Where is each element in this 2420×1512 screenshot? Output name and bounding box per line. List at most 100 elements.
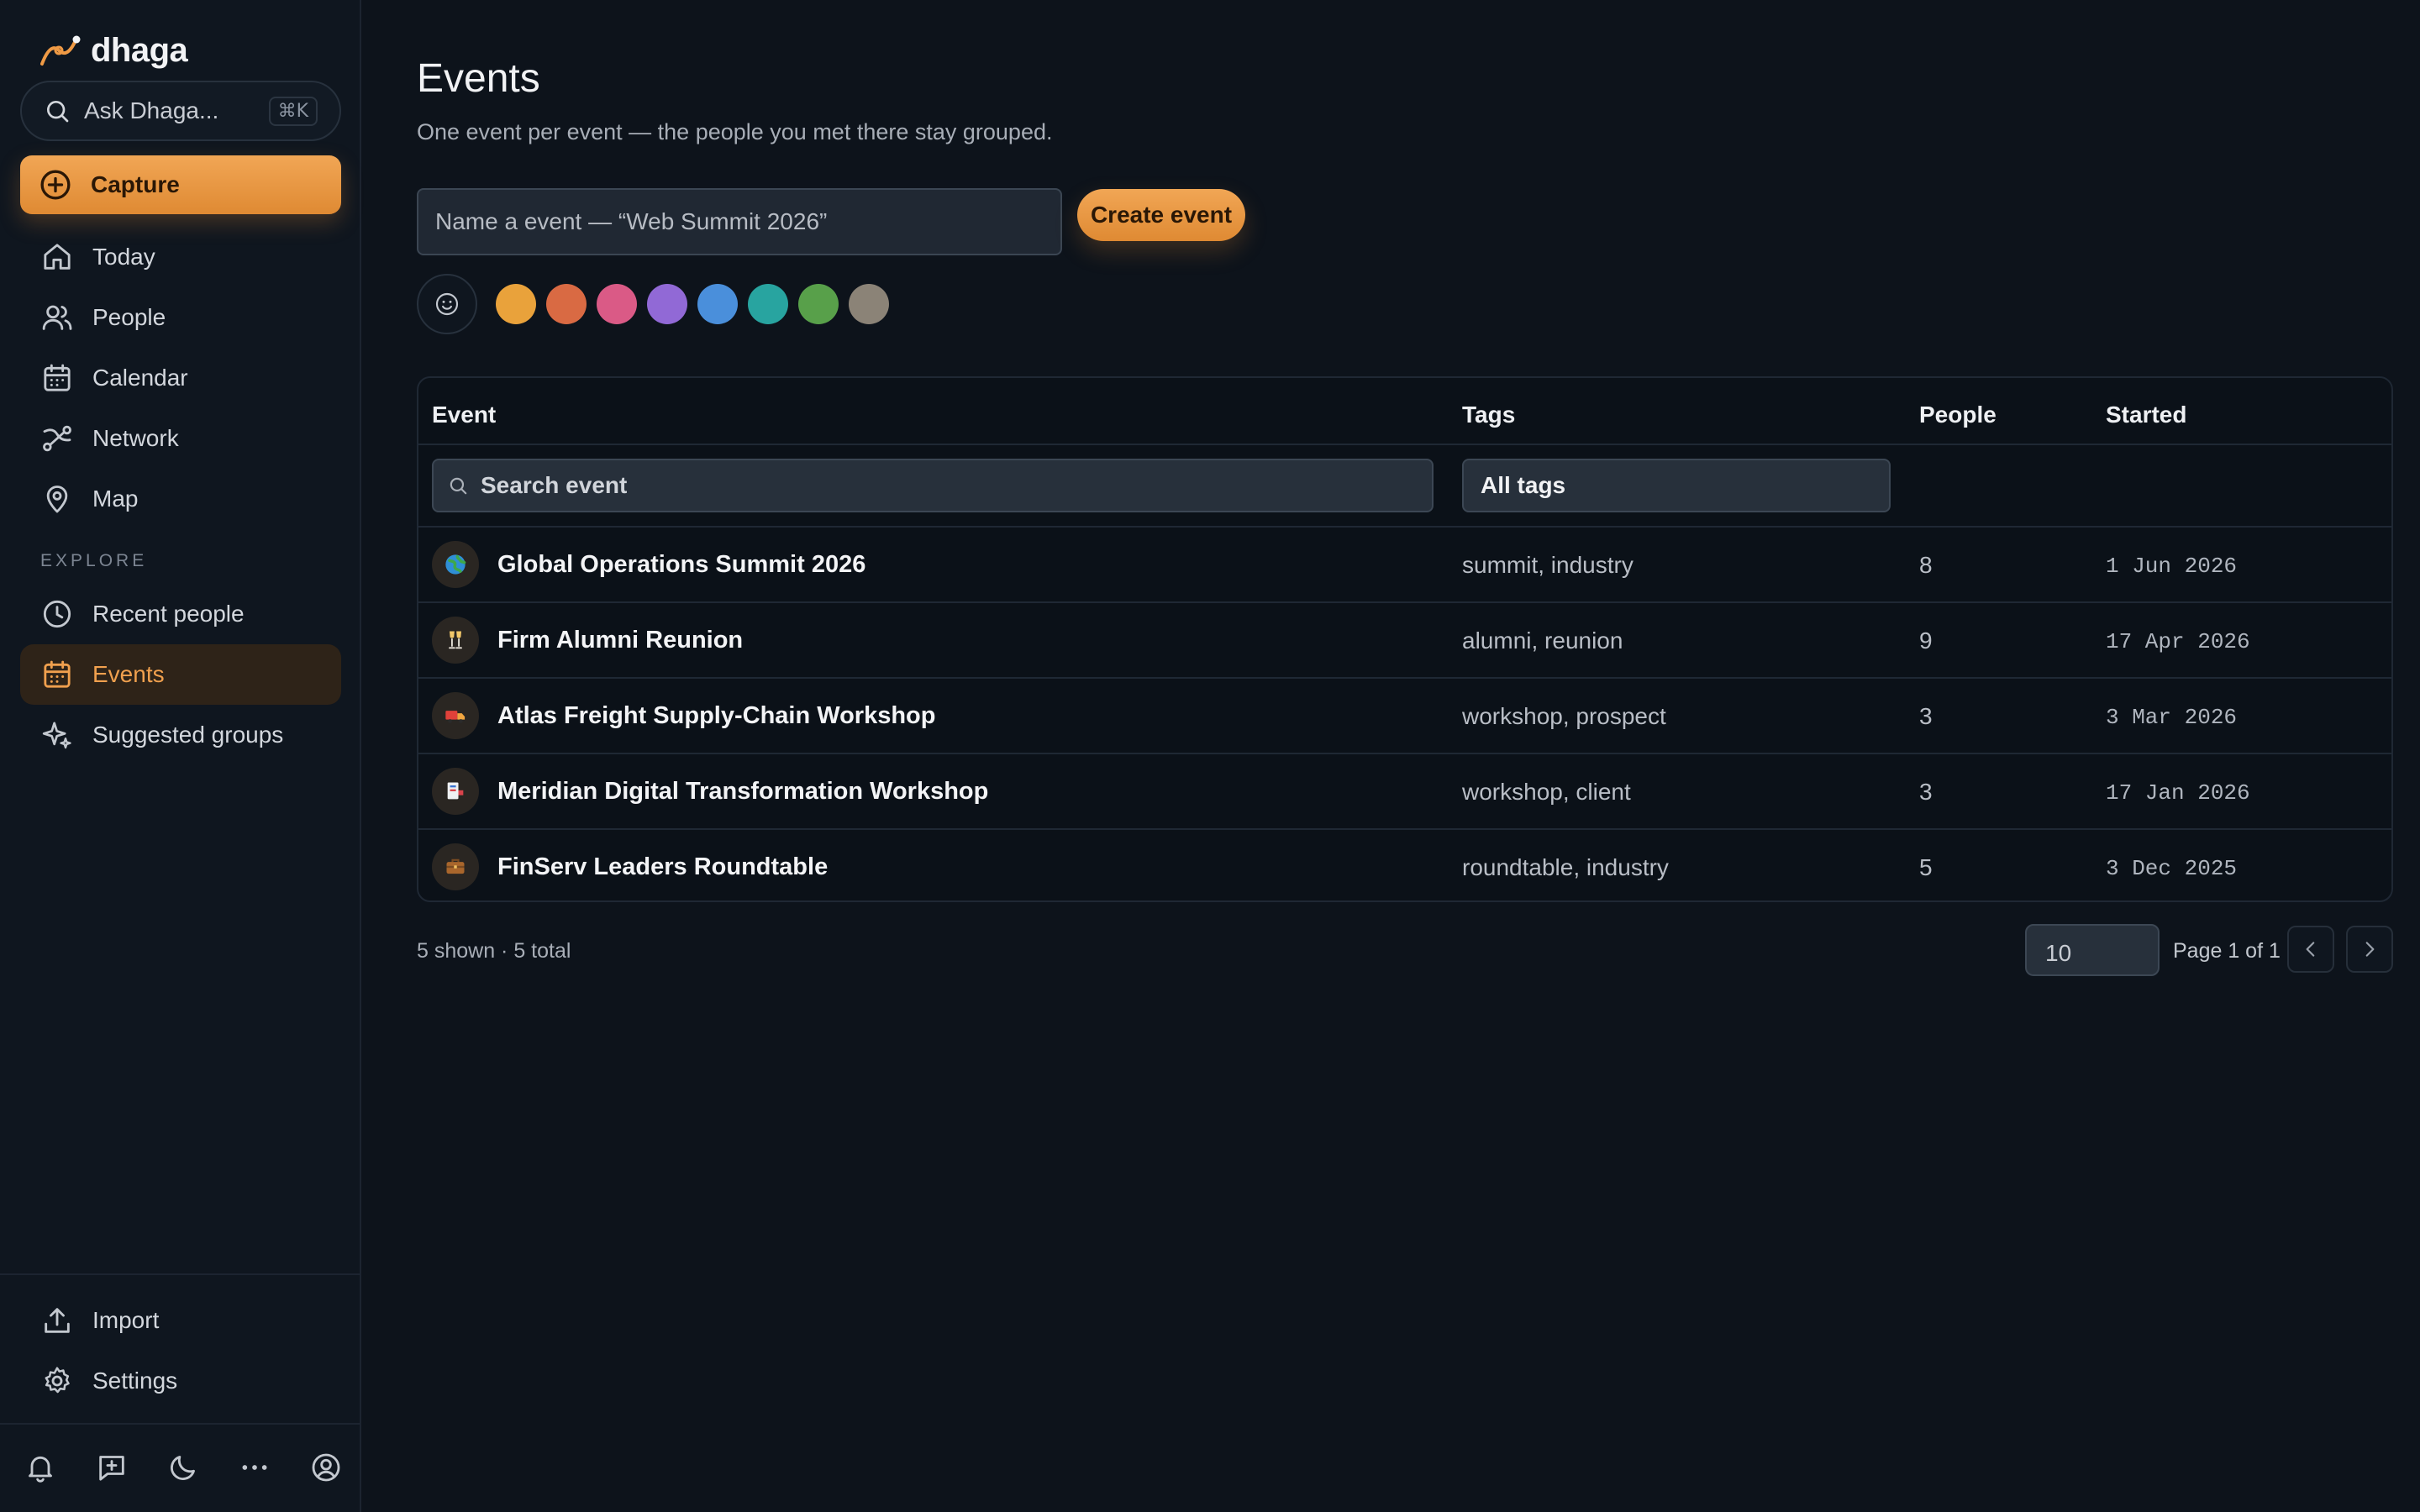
color-swatch[interactable] [798, 284, 839, 324]
color-swatch[interactable] [546, 284, 587, 324]
event-name[interactable]: FinServ Leaders Roundtable [497, 853, 828, 881]
moon-icon[interactable] [166, 1451, 200, 1484]
nav-label: Events [92, 661, 165, 687]
color-swatch[interactable] [647, 284, 687, 324]
page-indicator: Page 1 of 1 [2173, 939, 2281, 963]
briefcase-icon [432, 843, 479, 890]
results-count: 5 shown · 5 total [417, 939, 571, 963]
shortcut-badge: ⌘K [268, 96, 318, 126]
event-start-date: 3 Mar 2026 [2106, 705, 2238, 730]
event-start-date: 3 Dec 2025 [2106, 856, 2238, 881]
search-icon [47, 100, 69, 123]
chevron-left-icon [2306, 942, 2315, 957]
ask-label: Ask Dhaga... [84, 97, 219, 123]
capture-label: Capture [91, 171, 180, 197]
network-icon [43, 425, 71, 452]
sidebar-divider [0, 1273, 361, 1275]
color-swatch[interactable] [697, 284, 738, 324]
brand[interactable]: dhaga [39, 32, 188, 70]
presentation-icon [432, 768, 479, 815]
nav-label: Recent people [92, 601, 245, 627]
nav-import[interactable]: Import [20, 1290, 341, 1351]
nav-label: Calendar [92, 365, 188, 391]
event-name[interactable]: Firm Alumni Reunion [497, 627, 743, 654]
search-icon [450, 477, 467, 495]
header-divider [418, 444, 2391, 445]
column-header-event[interactable]: Event [432, 402, 496, 428]
nav-map[interactable]: Map [20, 469, 341, 529]
sidebar: dhaga Ask Dhaga... ⌘K Capture Today Peop… [0, 0, 361, 1512]
nav-label: Network [92, 425, 179, 451]
table-row[interactable]: FinServ Leaders Roundtable roundtable, i… [418, 830, 2391, 900]
color-swatch[interactable] [748, 284, 788, 324]
event-tags: alumni, reunion [1462, 627, 1623, 654]
page-size-input[interactable] [2025, 924, 2160, 976]
account-icon[interactable] [309, 1451, 343, 1484]
sparkles-icon [42, 722, 71, 749]
event-tags: workshop, client [1462, 779, 1631, 805]
gear-icon [45, 1367, 70, 1394]
tags-filter-select[interactable]: All tags [1462, 459, 1891, 512]
nav-today[interactable]: Today [20, 227, 341, 287]
people-icon [42, 305, 72, 330]
bell-icon[interactable] [24, 1451, 57, 1484]
event-start-date: 1 Jun 2026 [2106, 554, 2238, 579]
column-header-tags[interactable]: Tags [1462, 402, 1515, 428]
nav-calendar[interactable]: Calendar [20, 348, 341, 408]
add-message-icon[interactable] [95, 1451, 129, 1484]
nav-label: Import [92, 1307, 160, 1333]
create-event-button[interactable]: Create event [1077, 189, 1245, 241]
dhaga-logo-icon [40, 35, 81, 66]
chevron-right-icon [2365, 942, 2375, 957]
nav-recent-people[interactable]: Recent people [20, 584, 341, 644]
app-name: dhaga [91, 32, 188, 69]
ask-dhaga-search[interactable]: Ask Dhaga... ⌘K [20, 81, 341, 141]
event-name[interactable]: Meridian Digital Transformation Workshop [497, 778, 988, 806]
nav-people[interactable]: People [20, 287, 341, 348]
event-name-input[interactable] [417, 188, 1062, 255]
column-header-started[interactable]: Started [2106, 402, 2186, 428]
table-row[interactable]: Firm Alumni Reunion alumni, reunion 9 17… [418, 603, 2391, 677]
event-name[interactable]: Global Operations Summit 2026 [497, 551, 865, 579]
emoji-picker-button[interactable] [417, 274, 477, 334]
event-people-count: 8 [1919, 552, 1933, 578]
home-icon [44, 244, 71, 270]
events-table: Event Tags People Started All tags Globa… [417, 376, 2393, 902]
event-tags: summit, industry [1462, 552, 1634, 578]
table-row[interactable]: Global Operations Summit 2026 summit, in… [418, 528, 2391, 601]
previous-page-button[interactable] [2287, 926, 2334, 973]
table-row[interactable]: Atlas Freight Supply-Chain Workshop work… [418, 679, 2391, 753]
calendar-icon [44, 660, 71, 688]
color-swatch[interactable] [597, 284, 637, 324]
upload-icon [45, 1308, 70, 1333]
globe-icon [432, 541, 479, 588]
color-swatch[interactable] [496, 284, 536, 324]
page-subtitle: One event per event — the people you met… [417, 119, 1053, 144]
nav-suggested-groups[interactable]: Suggested groups [20, 705, 341, 765]
event-start-date: 17 Apr 2026 [2106, 629, 2250, 654]
event-people-count: 3 [1919, 703, 1933, 729]
event-name[interactable]: Atlas Freight Supply-Chain Workshop [497, 702, 936, 730]
nav-label: Today [92, 244, 155, 270]
table-row[interactable]: Meridian Digital Transformation Workshop… [418, 754, 2391, 828]
event-people-count: 9 [1919, 627, 1933, 654]
capture-button[interactable]: Capture [20, 155, 341, 214]
event-tags: roundtable, industry [1462, 854, 1669, 880]
nav-label: Suggested groups [92, 722, 284, 748]
plus-circle-icon [40, 170, 71, 200]
next-page-button[interactable] [2346, 926, 2393, 973]
map-pin-icon [46, 486, 68, 513]
nav-network[interactable]: Network [20, 408, 341, 469]
event-tags: workshop, prospect [1462, 703, 1666, 729]
nav-settings[interactable]: Settings [20, 1351, 341, 1411]
column-header-people[interactable]: People [1919, 402, 1996, 428]
more-icon[interactable] [238, 1451, 271, 1484]
event-search-input[interactable] [481, 472, 1418, 499]
truck-icon [432, 692, 479, 739]
champagne-icon [432, 617, 479, 664]
event-search-field[interactable] [432, 459, 1434, 512]
nav-events[interactable]: Events [20, 644, 341, 705]
sidebar-footer [24, 1446, 343, 1488]
color-swatch[interactable] [849, 284, 889, 324]
event-people-count: 3 [1919, 779, 1933, 805]
